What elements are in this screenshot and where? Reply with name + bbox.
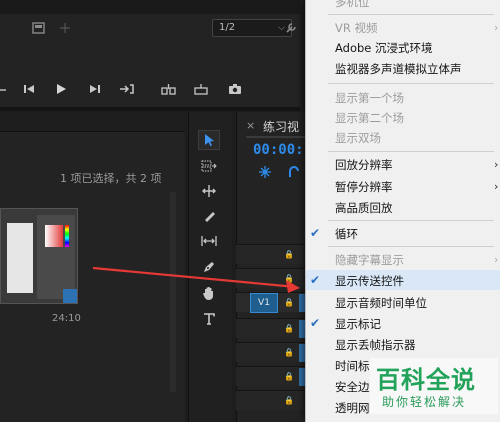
- track-row: [236, 318, 306, 338]
- pen-tool-icon[interactable]: [198, 257, 220, 277]
- watermark-subtitle: 助你轻松解决: [382, 395, 467, 409]
- ripple-edit-icon[interactable]: [198, 181, 220, 201]
- submenu-arrow-icon: ›: [494, 253, 499, 266]
- wrench-icon[interactable]: [284, 20, 298, 34]
- monitor-settings-icon[interactable]: [32, 20, 46, 34]
- step-back-icon[interactable]: [20, 75, 38, 103]
- thumb-canvas: [7, 223, 33, 293]
- overwrite-icon[interactable]: [192, 75, 210, 103]
- track-row: [236, 366, 306, 386]
- lock-icon[interactable]: 🔒: [284, 372, 294, 381]
- menu-item-second-field[interactable]: 显示第二个场: [335, 111, 404, 125]
- track-row: [236, 244, 306, 264]
- project-scrollbar[interactable]: [170, 192, 176, 392]
- lock-icon[interactable]: 🔒: [284, 324, 294, 333]
- menu-item-playback-res[interactable]: 回放分辨率: [335, 158, 393, 172]
- monitor-fit-icon[interactable]: [58, 20, 72, 34]
- menu-separator: [328, 83, 494, 84]
- step-forward-icon[interactable]: [86, 75, 104, 103]
- menu-separator: [328, 151, 494, 152]
- slip-tool-icon[interactable]: [198, 231, 220, 251]
- linked-selection-icon[interactable]: [288, 164, 300, 178]
- mark-out-icon[interactable]: [0, 82, 8, 96]
- clip-thumbnail[interactable]: [0, 208, 78, 304]
- menu-separator: [328, 246, 494, 247]
- menu-item-both-fields[interactable]: 显示双场: [335, 131, 381, 145]
- menu-item-show-markers[interactable]: 显示标记: [335, 317, 381, 331]
- camera-icon[interactable]: [226, 75, 244, 103]
- menu-item-time-ruler[interactable]: 时间标: [335, 359, 370, 373]
- menu-item-immersive[interactable]: Adobe 沉浸式环境: [335, 41, 433, 55]
- submenu-arrow-icon: ›: [494, 21, 499, 34]
- thumb-badge: [63, 289, 77, 303]
- type-tool-icon[interactable]: [198, 309, 220, 329]
- panel-divider: [0, 107, 300, 111]
- menu-item-multichannel[interactable]: 监视器多声道模拟立体声: [335, 62, 462, 76]
- timeline-tab-underline: [246, 136, 306, 138]
- menu-item-first-field[interactable]: 显示第一个场: [335, 91, 404, 105]
- track-row: [236, 342, 306, 362]
- menu-item-transparency-grid[interactable]: 透明网: [335, 401, 370, 415]
- lock-icon[interactable]: 🔒: [284, 348, 294, 357]
- lock-icon[interactable]: 🔒: [284, 298, 294, 307]
- clip-duration: 24:10: [52, 313, 81, 324]
- check-icon: ✔: [310, 316, 321, 330]
- menu-separator: [328, 220, 494, 221]
- menu-item-transport-controls[interactable]: 显示传送控件: [335, 274, 404, 288]
- monitor-top-strip: [0, 0, 300, 14]
- menu-separator: [328, 14, 494, 15]
- track-row: [236, 390, 306, 410]
- menu-item-dropped-frames[interactable]: 显示丢帧指示器: [335, 338, 416, 352]
- go-to-out-icon[interactable]: [118, 75, 136, 103]
- hand-tool-icon[interactable]: [198, 283, 220, 303]
- menu-item-vr-video[interactable]: VR 视频: [335, 21, 378, 35]
- selection-tool-icon[interactable]: [198, 130, 220, 150]
- snap-icon[interactable]: [258, 164, 272, 178]
- menu-item-audio-units[interactable]: 显示音频时间单位: [335, 296, 427, 310]
- thumb-color-picker: [45, 225, 63, 247]
- check-icon: ✔: [310, 273, 321, 287]
- menu-item-captions[interactable]: 隐藏字幕显示: [335, 253, 404, 267]
- zoom-value: 1/2: [219, 22, 236, 33]
- close-icon[interactable]: ×: [246, 119, 255, 132]
- insert-icon[interactable]: [160, 75, 178, 103]
- razor-tool-icon[interactable]: [198, 206, 220, 226]
- track-select-icon[interactable]: [198, 156, 220, 176]
- timeline-tab-title[interactable]: 练习视: [263, 118, 299, 135]
- play-button[interactable]: [52, 75, 70, 103]
- lock-icon[interactable]: 🔒: [284, 274, 294, 283]
- lock-icon[interactable]: 🔒: [284, 396, 294, 405]
- track-target-v1[interactable]: V1: [250, 293, 278, 313]
- submenu-arrow-icon: ›: [494, 180, 499, 193]
- menu-item-loop[interactable]: 循环: [335, 227, 358, 241]
- menu-item-safe-margins[interactable]: 安全边: [335, 380, 370, 394]
- menu-item-multicam[interactable]: 多机位: [335, 0, 370, 9]
- submenu-arrow-icon: ›: [494, 158, 499, 171]
- thumb-hue-bar: [65, 225, 69, 247]
- lock-icon[interactable]: 🔒: [284, 250, 294, 259]
- check-icon: ✔: [310, 226, 321, 240]
- timecode-display[interactable]: 00:00:: [253, 142, 304, 158]
- zoom-select[interactable]: 1/2 ⌵: [212, 19, 292, 37]
- menu-item-paused-res[interactable]: 暂停分辨率: [335, 180, 393, 194]
- track-row: [236, 268, 306, 288]
- selection-status: 1 项已选择，共 2 项: [60, 172, 162, 185]
- menu-item-hq-playback[interactable]: 高品质回放: [335, 201, 393, 215]
- watermark-title: 百科全说: [376, 366, 476, 394]
- project-tab-strip: [0, 112, 185, 132]
- program-monitor: [0, 0, 300, 110]
